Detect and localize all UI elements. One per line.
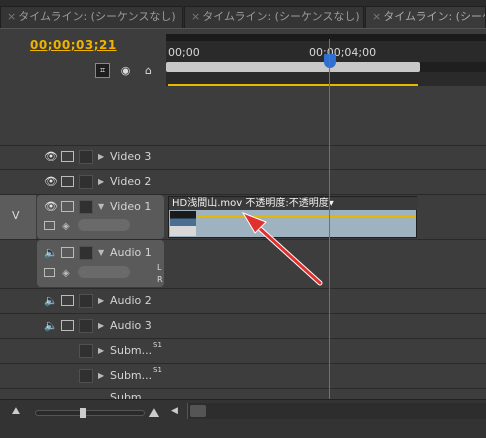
- collapse-icon[interactable]: ▼: [98, 202, 104, 211]
- eye-icon[interactable]: 👁: [44, 150, 58, 163]
- work-area-indicator: [168, 84, 418, 86]
- keyframe-icon[interactable]: ◈: [62, 221, 70, 232]
- tab-timeline-1[interactable]: × タイムライン: (シーケンスなし): [0, 6, 183, 28]
- zoom-slider[interactable]: [35, 410, 145, 416]
- camera-icon: [61, 201, 74, 212]
- keyframe-icon[interactable]: ◈: [62, 268, 70, 279]
- work-area-bar[interactable]: [166, 62, 420, 72]
- row-divider: [0, 338, 486, 339]
- snap-icon[interactable]: ⌗: [95, 63, 110, 78]
- zoom-knob[interactable]: [80, 408, 86, 418]
- row-divider: [0, 169, 486, 170]
- ruler-empty: [420, 62, 486, 72]
- row-divider: [0, 388, 486, 389]
- eye-icon[interactable]: 👁: [44, 175, 58, 188]
- submix-badge: S1: [153, 341, 162, 349]
- expand-icon[interactable]: ▶: [98, 296, 104, 305]
- row-divider: [0, 313, 486, 314]
- sync-lock-icon: [61, 247, 74, 258]
- marker-icon[interactable]: ◉: [118, 63, 133, 78]
- ruler-strip: [166, 34, 486, 41]
- speaker-icon[interactable]: 🔈: [44, 319, 58, 332]
- display-style-icon[interactable]: [44, 221, 55, 230]
- header-tools: ⌗ ◉ ⌂: [95, 63, 156, 78]
- zoom-in-icon[interactable]: ⛰: [146, 406, 162, 421]
- lock-toggle[interactable]: [79, 369, 93, 383]
- track-name-audio3: Audio 3: [110, 319, 152, 332]
- expand-icon[interactable]: ▶: [98, 152, 104, 161]
- expand-icon[interactable]: ▶: [98, 346, 104, 355]
- waveform-icon[interactable]: [44, 268, 55, 277]
- lock-toggle[interactable]: [79, 319, 93, 333]
- track-name-video1: Video 1: [110, 200, 152, 213]
- clip-thumbnail: [170, 211, 196, 236]
- track-name-audio1: Audio 1: [110, 246, 152, 259]
- lock-toggle[interactable]: [79, 200, 93, 214]
- lock-toggle[interactable]: [79, 344, 93, 358]
- lock-toggle[interactable]: [79, 150, 93, 164]
- camera-icon: [61, 176, 74, 187]
- bottom-bar: ⛰ ⛰ ◀: [0, 399, 486, 438]
- tab-timeline-3[interactable]: ×タイムライン: (シーケンスなし): [365, 6, 486, 28]
- home-icon[interactable]: ⌂: [141, 63, 156, 78]
- track-name-video3: Video 3: [110, 150, 152, 163]
- track-name-submix2: Subm...: [110, 369, 153, 382]
- tab-label: タイムライン: (シーケンスなし): [202, 10, 360, 23]
- tab-bar: × タイムライン: (シーケンスなし) × タイムライン: (シーケンスなし) × タ…: [0, 0, 486, 28]
- opacity-menu[interactable]: 不透明度:不透明度▾: [245, 198, 333, 209]
- clip-name: HD浅間山.mov: [172, 198, 243, 209]
- channel-right-label: R: [157, 275, 163, 284]
- speaker-icon[interactable]: 🔈: [44, 294, 58, 307]
- sync-lock-icon: [61, 320, 74, 331]
- collapse-icon[interactable]: ▼: [98, 248, 104, 257]
- sync-lock-icon: [61, 295, 74, 306]
- expand-icon[interactable]: ▶: [98, 371, 104, 380]
- eye-icon[interactable]: 👁: [44, 200, 58, 213]
- lock-toggle[interactable]: [79, 246, 93, 260]
- channel-left-label: L: [157, 263, 162, 272]
- tab-label: タイムライン: (シーケンスなし): [383, 10, 485, 23]
- lock-toggle[interactable]: [79, 175, 93, 189]
- timeline-panel: 00;00;03;21 ⌗ ◉ ⌂ 00;00 00;00;04;00 V 👁 …: [0, 28, 486, 438]
- time-ruler[interactable]: 00;00 00;00;04;00: [166, 34, 486, 86]
- track-name-audio2: Audio 2: [110, 294, 152, 307]
- submix-badge: S1: [153, 366, 162, 374]
- expand-icon[interactable]: ▶: [98, 177, 104, 186]
- expand-icon[interactable]: ▶: [98, 321, 104, 330]
- playhead-line[interactable]: [329, 39, 330, 411]
- current-timecode[interactable]: 00;00;03;21: [30, 38, 117, 52]
- lock-toggle[interactable]: [79, 294, 93, 308]
- row-divider: [0, 288, 486, 289]
- clip-title: HD浅間山.mov 不透明度:不透明度▾: [169, 197, 418, 210]
- keyframe-nav[interactable]: [78, 219, 130, 231]
- ruler-start-label: 00;00: [168, 46, 200, 59]
- track-name-submix3: Subm...: [110, 391, 153, 399]
- track-name-submix1: Subm...: [110, 344, 153, 357]
- zoom-out-icon[interactable]: ⛰: [8, 406, 24, 418]
- keyframe-nav[interactable]: [78, 266, 130, 278]
- scroll-thumb[interactable]: [190, 405, 206, 417]
- scroll-left-icon[interactable]: ◀: [171, 406, 178, 416]
- playhead-handle[interactable]: [324, 54, 336, 68]
- tab-label: タイムライン: (シーケンスなし): [18, 10, 176, 23]
- opacity-line[interactable]: [197, 216, 415, 217]
- tab-timeline-2[interactable]: × タイムライン: (シーケンスなし): [184, 6, 364, 28]
- track-name-video2: Video 2: [110, 175, 152, 188]
- video-target-label: V: [12, 209, 20, 222]
- speaker-icon[interactable]: 🔈: [44, 246, 58, 259]
- camera-icon: [61, 151, 74, 162]
- ruler-mark-label: 00;00;04;00: [309, 46, 377, 59]
- video-target-gutter[interactable]: V: [0, 195, 36, 239]
- row-divider: [0, 363, 486, 364]
- row-divider: [0, 145, 486, 146]
- horizontal-scrollbar[interactable]: [187, 403, 486, 419]
- video-clip[interactable]: HD浅間山.mov 不透明度:不透明度▾: [168, 196, 418, 238]
